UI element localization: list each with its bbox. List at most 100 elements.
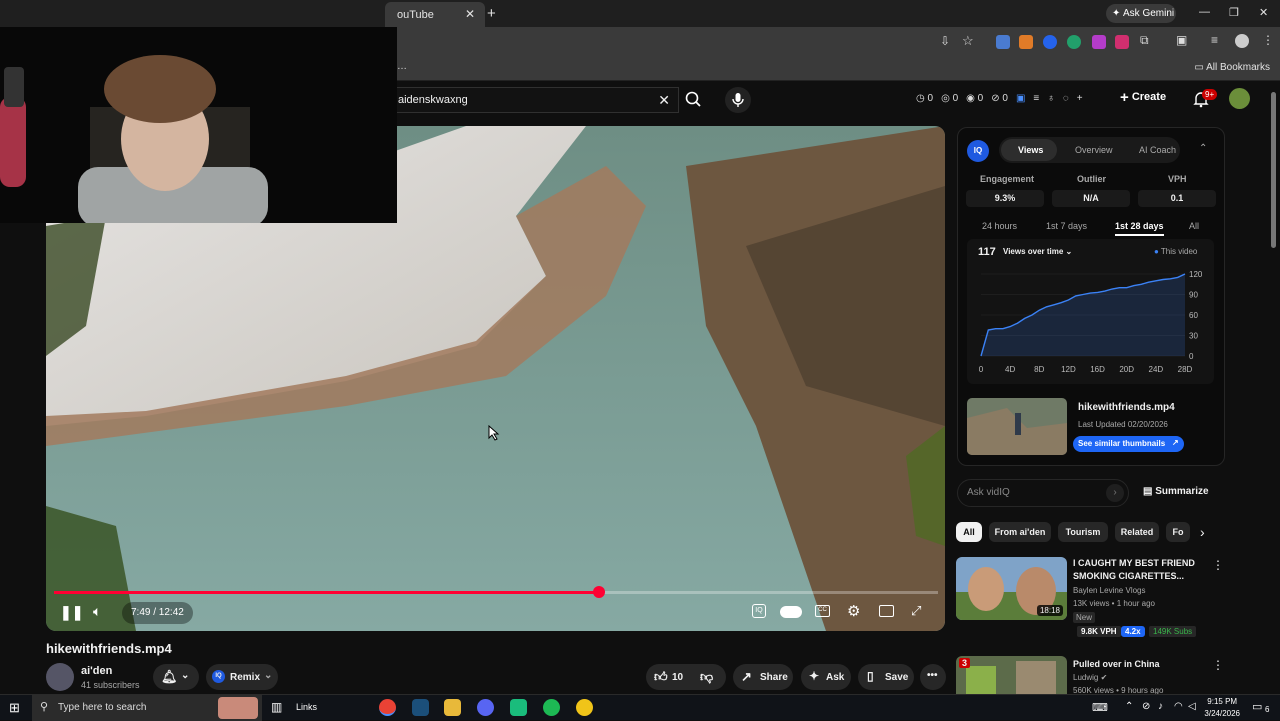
list-icon[interactable]: ≡ (1033, 93, 1039, 104)
chip-all[interactable]: All (956, 522, 982, 542)
browser-tab[interactable]: ouTube ✕ (385, 2, 485, 27)
dislike-button[interactable]: 👎︎ (700, 669, 713, 685)
spotify-icon[interactable] (543, 699, 560, 716)
summarize-button[interactable]: ▤ Summarize (1143, 486, 1209, 497)
range-7d[interactable]: 1st 7 days (1046, 221, 1087, 231)
extension-icon[interactable] (1019, 35, 1033, 49)
chrome-icon[interactable] (379, 699, 396, 716)
taskbar-clock[interactable]: 9:15 PM 3/24/2026 (1204, 696, 1240, 720)
fullscreen-icon[interactable]: ⤢ (911, 603, 921, 619)
minimize-icon[interactable]: — (1199, 6, 1210, 18)
ask-gemini-button[interactable]: ✦ Ask Gemini (1106, 4, 1176, 23)
autoplay-toggle[interactable] (780, 606, 802, 618)
ask-button[interactable]: ✦ Ask (801, 664, 851, 690)
subscription-bell-button[interactable]: 🔔︎ ⌄ (153, 664, 199, 690)
close-window-icon[interactable]: ✕ (1259, 6, 1268, 19)
keyboard-icon[interactable]: ⌨ (1092, 701, 1108, 714)
remix-button[interactable]: IQ Remix ⌄ (206, 664, 278, 690)
chip-from-channel[interactable]: From ai'den (989, 522, 1051, 542)
vidiq-icon[interactable]: ▣ (1016, 93, 1025, 104)
settings-gear-icon[interactable]: ⚙ (847, 602, 860, 620)
pause-icon[interactable]: ❚❚ (60, 604, 83, 621)
steam-icon[interactable] (412, 699, 429, 716)
all-bookmarks[interactable]: ▭ All Bookmarks (1194, 62, 1270, 73)
chrome-alt-icon[interactable] (576, 699, 593, 716)
windows-start-icon[interactable]: ⊞ (9, 700, 20, 716)
tab-views[interactable]: Views (1018, 145, 1043, 155)
channel-avatar[interactable] (46, 663, 74, 691)
create-button[interactable]: + Create (1120, 89, 1166, 106)
app-icon[interactable] (510, 699, 527, 716)
recommendation-item[interactable]: 18:18 I CAUGHT MY BEST FRIEND SMOKING CI… (956, 557, 1224, 637)
extension-icon[interactable] (1092, 35, 1106, 49)
volume-icon[interactable]: 🔈︎ (93, 603, 101, 620)
microphone-icon[interactable]: ♪ (1158, 701, 1163, 712)
profile-avatar[interactable] (1235, 34, 1249, 48)
extension-icon[interactable] (1115, 35, 1129, 49)
tab-overview[interactable]: Overview (1075, 145, 1113, 155)
discord-icon[interactable] (477, 699, 494, 716)
restore-icon[interactable]: ❐ (1229, 6, 1239, 19)
channel-name[interactable]: ai'den (81, 665, 112, 677)
notification-center-icon[interactable]: ▭ (1252, 700, 1262, 713)
gemini-icon: ✦ (1112, 8, 1121, 19)
file-explorer-icon[interactable] (444, 699, 461, 716)
recommendation-item[interactable]: 3 Pulled over in China Ludwig ✔ 560K vie… (956, 656, 1221, 694)
puzzle-icon[interactable]: ⧉ (1140, 33, 1149, 48)
vidiq-player-icon[interactable]: IQ (752, 604, 766, 618)
send-arrow-icon[interactable]: › (1106, 484, 1124, 502)
video-thumbnail[interactable] (967, 398, 1067, 455)
extension-icon[interactable] (1043, 35, 1057, 49)
new-tab-icon[interactable]: + (487, 5, 496, 22)
account-avatar[interactable] (1229, 88, 1250, 109)
install-icon[interactable]: ⇩ (940, 34, 950, 48)
captions-icon[interactable]: CC (815, 605, 830, 617)
more-actions-button[interactable]: ••• (920, 664, 946, 690)
range-24h[interactable]: 24 hours (982, 221, 1017, 231)
extension-icon[interactable] (996, 35, 1010, 49)
share-button[interactable]: ↗ Share (733, 664, 793, 690)
scrubber-handle[interactable] (592, 586, 605, 598)
chips-next-icon[interactable]: › (1200, 524, 1205, 540)
browser-menu-icon[interactable]: ⋮ (1262, 33, 1274, 47)
search-input[interactable]: aidenskwaxng ✕ (397, 87, 679, 113)
chat-icon[interactable]: ◌ (1063, 93, 1069, 104)
recommendation-thumbnail[interactable]: 18:18 (956, 557, 1067, 620)
lightbulb-icon[interactable]: ♁ (1047, 93, 1055, 104)
ask-vidiq-input[interactable]: Ask vidIQ › (957, 479, 1129, 507)
tab-ai-coach[interactable]: AI Coach (1139, 145, 1176, 155)
chip-more[interactable]: Fo (1166, 522, 1190, 542)
progress-bar[interactable] (54, 586, 938, 598)
more-vertical-icon[interactable]: ⋮ (1212, 558, 1224, 572)
clear-search-icon[interactable]: ✕ (658, 92, 670, 109)
chip-tourism[interactable]: Tourism (1058, 522, 1108, 542)
like-dislike-group: 👍︎ 10 👎︎ (646, 664, 726, 690)
voice-search-button[interactable] (725, 87, 751, 113)
save-button[interactable]: ▯ Save (858, 664, 914, 690)
page-scrollbar[interactable] (1271, 92, 1276, 248)
tab-close-icon[interactable]: ✕ (465, 7, 475, 21)
taskbar-search[interactable]: ⚲ Type here to search (32, 695, 262, 721)
search-button[interactable] (681, 87, 707, 113)
chip-related[interactable]: Related (1115, 522, 1159, 542)
see-similar-thumbnails-button[interactable]: See similar thumbnails ↗ (1073, 436, 1184, 452)
speaker-icon[interactable]: ◁ (1188, 701, 1196, 712)
collapse-chevron-icon[interactable]: ⌃ (1199, 143, 1207, 154)
more-vertical-icon[interactable]: ⋮ (1212, 658, 1221, 672)
tray-chevron-icon[interactable]: ⌃ (1125, 701, 1133, 712)
media-icon[interactable]: ≡ (1211, 33, 1218, 47)
range-28d[interactable]: 1st 28 days (1115, 221, 1164, 236)
task-view-icon[interactable]: ▥ (271, 700, 282, 714)
tray-icon[interactable]: ⊘ (1142, 701, 1150, 712)
wifi-icon[interactable]: ◠ (1174, 701, 1183, 712)
links-toolbar[interactable]: Links (296, 702, 317, 712)
bookmark-star-icon[interactable]: ☆ (962, 33, 974, 49)
range-all[interactable]: All (1189, 221, 1199, 231)
sparkle-icon[interactable]: + (1077, 93, 1083, 104)
bookmark-overflow-icon[interactable]: … (397, 61, 407, 72)
extension-icon[interactable] (1067, 35, 1081, 49)
recommendation-thumbnail[interactable]: 3 (956, 656, 1067, 694)
sidepanel-icon[interactable]: ▣ (1176, 33, 1187, 47)
theater-mode-icon[interactable] (879, 605, 894, 617)
like-button[interactable]: 👍︎ (654, 669, 668, 685)
